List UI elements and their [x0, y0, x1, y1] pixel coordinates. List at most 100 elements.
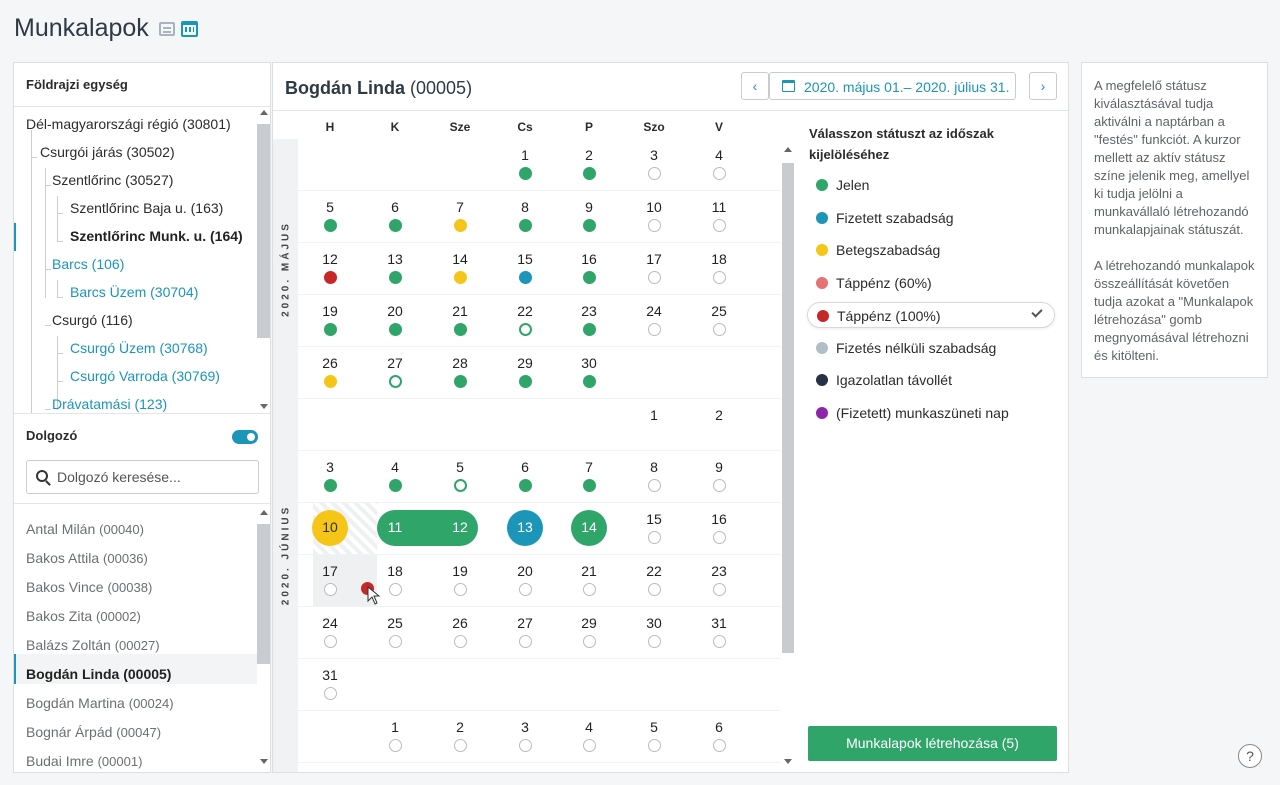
status-dot[interactable]: [324, 687, 337, 700]
calendar-view-icon[interactable]: [180, 20, 198, 37]
status-dot[interactable]: [389, 271, 402, 284]
status-option[interactable]: Betegszabadság: [807, 237, 1055, 263]
status-dot[interactable]: [389, 583, 402, 596]
status-dot[interactable]: [389, 375, 402, 388]
status-dot[interactable]: [389, 635, 402, 648]
calendar-day[interactable]: 24: [315, 615, 345, 631]
calendar-scroll-up-icon[interactable]: [784, 147, 792, 152]
status-dot[interactable]: [519, 375, 532, 388]
status-dot[interactable]: [519, 219, 532, 232]
employee-scroll-thumb[interactable]: [257, 524, 270, 664]
status-dot[interactable]: [519, 635, 532, 648]
calendar-day[interactable]: 4: [380, 459, 410, 475]
employee-item-selected[interactable]: Bogdán Linda (00005): [26, 666, 171, 682]
tree-item-csurgo-varroda[interactable]: Csurgó Varroda (30769): [70, 368, 220, 384]
status-option[interactable]: Táppénz (100%): [807, 302, 1055, 328]
status-dot[interactable]: [454, 635, 467, 648]
calendar-day[interactable]: 31: [315, 667, 345, 683]
calendar-day[interactable]: 14: [445, 251, 475, 267]
status-dot[interactable]: [519, 271, 532, 284]
calendar-day[interactable]: 28: [445, 355, 475, 371]
status-dot[interactable]: [583, 323, 596, 336]
tree-item-szentlorinc-baja[interactable]: Szentlőrinc Baja u. (163): [70, 200, 223, 216]
calendar-day[interactable]: 7: [574, 459, 604, 475]
employee-scroll-down-icon[interactable]: [260, 759, 268, 764]
calendar-day[interactable]: 9: [704, 459, 734, 475]
calendar-day[interactable]: 17: [639, 251, 669, 267]
calendar-day[interactable]: 3: [315, 459, 345, 475]
employee-item[interactable]: Bakos Attila (00036): [26, 550, 148, 566]
status-option[interactable]: (Fizetett) munkaszüneti nap: [807, 400, 1055, 426]
tree-item-barcs-uzem[interactable]: Barcs Üzem (30704): [70, 284, 198, 300]
calendar-day[interactable]: 2: [574, 147, 604, 163]
calendar-day[interactable]: 13: [380, 251, 410, 267]
tree-item-csurgoi-jaras[interactable]: Csurgói járás (30502): [40, 144, 175, 160]
status-dot[interactable]: [324, 479, 337, 492]
calendar-day[interactable]: 29: [510, 355, 540, 371]
tree-item-szentlorinc[interactable]: Szentlőrinc (30527): [52, 172, 173, 188]
tree-item-csurgo[interactable]: Csurgó (116): [52, 312, 133, 328]
calendar-day[interactable]: 18: [380, 563, 410, 579]
tree-item-region[interactable]: Dél-magyarországi régió (30801): [26, 116, 231, 132]
calendar-day[interactable]: 13: [510, 519, 540, 535]
status-dot[interactable]: [713, 583, 726, 596]
calendar-day[interactable]: 14: [574, 519, 604, 535]
status-dot[interactable]: [583, 271, 596, 284]
status-dot[interactable]: [583, 479, 596, 492]
status-dot[interactable]: [324, 323, 337, 336]
status-dot[interactable]: [454, 583, 467, 596]
tree-scroll-thumb[interactable]: [257, 124, 270, 338]
status-dot[interactable]: [713, 739, 726, 752]
scroll-up-arrow-icon[interactable]: [260, 110, 268, 115]
calendar-day[interactable]: 25: [380, 615, 410, 631]
calendar-day[interactable]: 17: [315, 563, 345, 579]
status-dot[interactable]: [648, 323, 661, 336]
calendar-day[interactable]: 5: [315, 199, 345, 215]
tree-item-dravatamasi[interactable]: Drávatamási (123): [52, 396, 167, 412]
status-dot[interactable]: [648, 167, 661, 180]
employee-item[interactable]: Antal Milán (00040): [26, 521, 144, 537]
status-dot[interactable]: [583, 219, 596, 232]
calendar-day[interactable]: 25: [704, 303, 734, 319]
calendar-day[interactable]: 5: [445, 459, 475, 475]
tree-item-csurgo-uzem[interactable]: Csurgó Üzem (30768): [70, 340, 208, 356]
calendar-day[interactable]: 1: [510, 147, 540, 163]
status-dot[interactable]: [324, 583, 337, 596]
status-dot[interactable]: [454, 219, 467, 232]
create-worksheets-button[interactable]: Munkalapok létrehozása (5): [808, 726, 1057, 761]
calendar-day[interactable]: 22: [510, 303, 540, 319]
status-dot[interactable]: [648, 739, 661, 752]
status-dot[interactable]: [519, 479, 532, 492]
status-dot[interactable]: [713, 635, 726, 648]
list-view-icon[interactable]: [158, 21, 175, 36]
scroll-down-arrow-icon[interactable]: [260, 404, 268, 409]
status-dot[interactable]: [713, 479, 726, 492]
status-dot[interactable]: [713, 167, 726, 180]
calendar-day[interactable]: 30: [574, 355, 604, 371]
calendar-scrollbar[interactable]: [781, 139, 795, 772]
selected-day-range[interactable]: 11 12: [377, 510, 478, 546]
employee-item[interactable]: Budai Imre (00001): [26, 753, 142, 769]
status-dot[interactable]: [389, 323, 402, 336]
calendar-day[interactable]: 16: [704, 511, 734, 527]
status-dot[interactable]: [454, 375, 467, 388]
status-option[interactable]: Fizetés nélküli szabadság: [807, 335, 1055, 361]
employee-item[interactable]: Bogdán Martina (00024): [26, 695, 174, 711]
calendar-day[interactable]: 1: [639, 407, 669, 423]
calendar-day[interactable]: 20: [380, 303, 410, 319]
status-dot[interactable]: [713, 323, 726, 336]
status-dot[interactable]: [324, 219, 337, 232]
status-dot[interactable]: [583, 635, 596, 648]
status-dot[interactable]: [648, 479, 661, 492]
calendar-day[interactable]: 1: [380, 719, 410, 735]
calendar-day[interactable]: 24: [639, 303, 669, 319]
calendar-day[interactable]: 15: [510, 251, 540, 267]
calendar-day[interactable]: 12: [445, 519, 475, 535]
status-dot[interactable]: [583, 739, 596, 752]
calendar-day[interactable]: 21: [445, 303, 475, 319]
status-dot[interactable]: [389, 479, 402, 492]
calendar-day[interactable]: 30: [639, 615, 669, 631]
status-dot[interactable]: [519, 583, 532, 596]
next-period-button[interactable]: ›: [1029, 72, 1057, 100]
employee-search-input[interactable]: Dolgozó keresése...: [26, 460, 259, 494]
